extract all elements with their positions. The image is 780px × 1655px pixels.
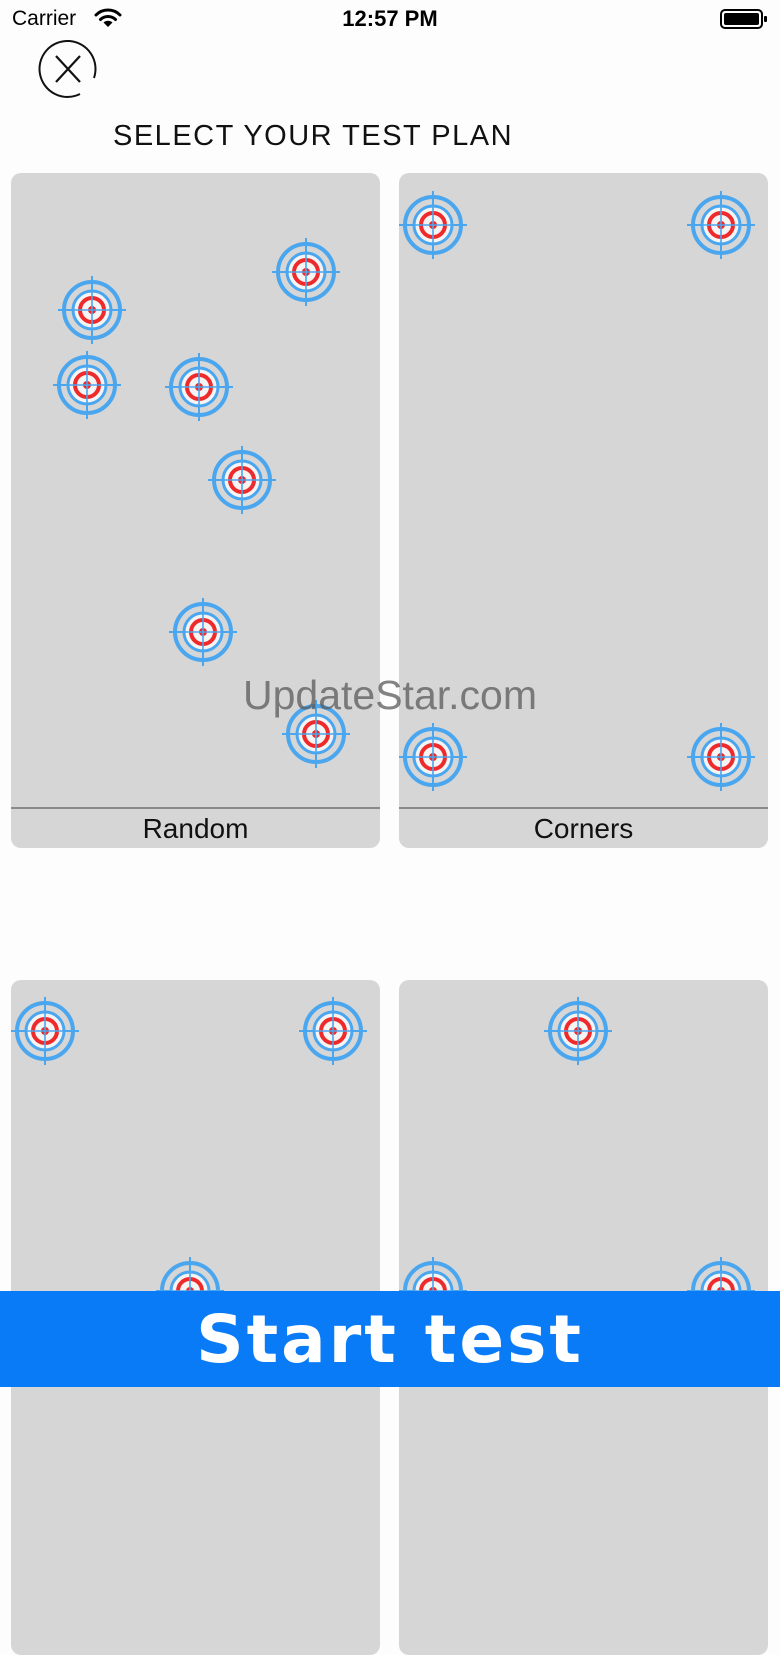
status-bar: Carrier 12:57 PM	[0, 0, 780, 40]
target-icon	[544, 997, 612, 1065]
plan-card-random[interactable]: Random	[11, 173, 380, 848]
start-test-button[interactable]: Start test	[0, 1291, 780, 1387]
target-icon	[169, 598, 237, 666]
battery-icon	[720, 9, 767, 29]
target-icon	[399, 723, 467, 791]
target-icon	[299, 997, 367, 1065]
plan-label: Corners	[533, 813, 634, 844]
page-title: SELECT YOUR TEST PLAN	[113, 120, 514, 152]
start-test-label: Start test	[196, 1300, 584, 1378]
target-icon	[208, 446, 276, 514]
target-icon	[11, 997, 79, 1065]
target-icon	[687, 191, 755, 259]
plan-card-corners[interactable]: Corners	[399, 173, 768, 848]
target-icon	[53, 351, 121, 419]
status-time: 12:57 PM	[342, 6, 438, 31]
target-icon	[272, 238, 340, 306]
target-icon	[58, 276, 126, 344]
close-icon[interactable]	[36, 38, 100, 100]
target-icon	[165, 353, 233, 421]
watermark: UpdateStar.com	[243, 672, 537, 718]
target-icon	[399, 191, 467, 259]
target-icon	[687, 723, 755, 791]
plan-label: Random	[142, 813, 249, 844]
